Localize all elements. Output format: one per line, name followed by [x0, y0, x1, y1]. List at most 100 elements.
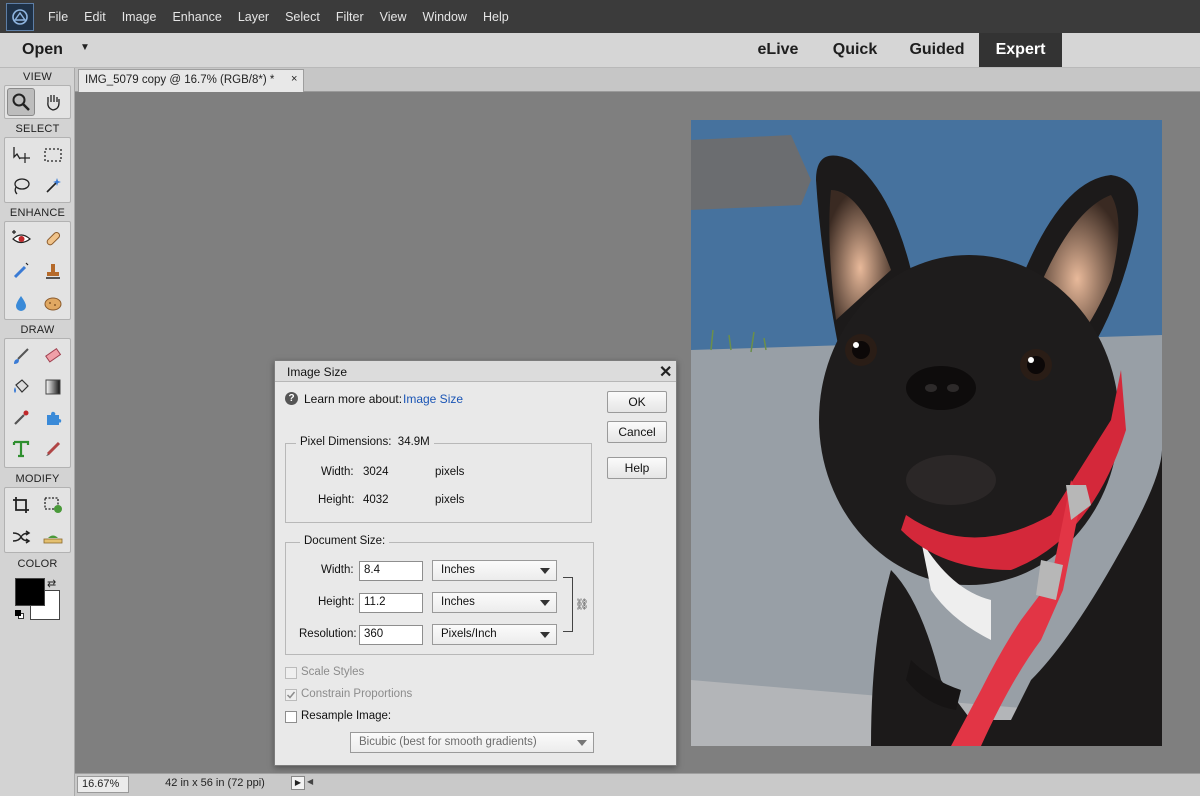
brush-tool[interactable]: [7, 342, 35, 370]
menu-select[interactable]: Select: [277, 10, 328, 24]
water-drop-icon: [16, 296, 26, 311]
chevron-down-icon: [540, 632, 550, 638]
ok-button[interactable]: OK: [607, 391, 667, 413]
pixel-height-value: 4032: [363, 494, 389, 506]
lasso-tool[interactable]: [7, 172, 35, 200]
scroll-left-icon[interactable]: ◀: [307, 777, 313, 786]
menu-edit[interactable]: Edit: [76, 10, 114, 24]
lasso-icon: [14, 178, 30, 195]
content-aware-move-tool[interactable]: [7, 523, 35, 551]
resolution-unit-select[interactable]: Pixels/Inch: [432, 624, 557, 645]
scale-styles-label: Scale Styles: [301, 666, 365, 678]
default-colors-icon[interactable]: [15, 610, 24, 619]
sponge-icon: [44, 297, 62, 311]
zoom-tool[interactable]: [7, 88, 35, 116]
tab-guided[interactable]: Guided: [896, 33, 978, 67]
hand-tool[interactable]: [39, 88, 67, 116]
section-modify: MODIFY: [15, 473, 60, 485]
menu-filter[interactable]: Filter: [328, 10, 372, 24]
eyedropper-tool[interactable]: [7, 404, 35, 432]
constrain-proportions-checkbox[interactable]: [285, 689, 297, 701]
crop-tool[interactable]: [7, 491, 35, 519]
constrain-bracket: [563, 577, 573, 632]
pixel-width-unit: pixels: [435, 466, 465, 478]
tab-expert[interactable]: Expert: [979, 33, 1062, 67]
doc-width-unit-select[interactable]: Inches: [432, 560, 557, 581]
dialog-titlebar[interactable]: Image Size ✕: [275, 361, 676, 382]
eraser-tool[interactable]: [39, 342, 67, 370]
menu-enhance[interactable]: Enhance: [164, 10, 229, 24]
section-select: SELECT: [15, 123, 60, 135]
menu-image[interactable]: Image: [114, 10, 165, 24]
foreground-color-swatch[interactable]: [15, 578, 45, 606]
doc-height-input[interactable]: 11.2: [359, 593, 423, 613]
status-menu-arrow-icon[interactable]: ▶: [291, 776, 305, 790]
spot-healing-brush-tool[interactable]: [39, 225, 67, 253]
dialog-close-icon[interactable]: ✕: [659, 362, 672, 382]
bandage-icon: [46, 231, 61, 246]
paint-bucket-icon: [14, 379, 29, 393]
resample-image-checkbox[interactable]: [285, 711, 297, 723]
menu-layer[interactable]: Layer: [230, 10, 277, 24]
gradient-tool[interactable]: [39, 373, 67, 401]
section-draw: DRAW: [20, 324, 55, 336]
paint-bucket-tool[interactable]: [7, 373, 35, 401]
menu-view[interactable]: View: [372, 10, 415, 24]
hand-icon: [47, 95, 60, 111]
pixel-height-unit: pixels: [435, 494, 465, 506]
cancel-button[interactable]: Cancel: [607, 421, 667, 443]
doc-width-label: Width:: [321, 564, 354, 576]
smart-brush-tool[interactable]: [7, 257, 35, 285]
rectangular-marquee-tool[interactable]: [39, 141, 67, 169]
red-eye-tool[interactable]: [7, 225, 35, 253]
section-view: VIEW: [23, 71, 52, 83]
open-dropdown-icon[interactable]: ▼: [80, 42, 90, 53]
straighten-icon: [43, 535, 63, 544]
blur-tool[interactable]: [7, 289, 35, 317]
zoom-level-field[interactable]: 16.67%: [77, 776, 129, 793]
doc-height-unit-select[interactable]: Inches: [432, 592, 557, 613]
menu-help[interactable]: Help: [475, 10, 517, 24]
learn-more-link[interactable]: Image Size: [403, 392, 463, 406]
open-button[interactable]: Open: [22, 41, 63, 59]
resample-method-select[interactable]: Bicubic (best for smooth gradients): [350, 732, 594, 753]
tab-elive[interactable]: eLive: [730, 33, 826, 67]
chevron-down-icon: [540, 568, 550, 574]
help-button[interactable]: Help: [607, 457, 667, 479]
menu-window[interactable]: Window: [415, 10, 475, 24]
swap-colors-icon[interactable]: ⇄: [47, 577, 56, 590]
status-bar: 16.67% 42 in x 56 in (72 ppi) ▶ ◀: [75, 773, 1200, 796]
document-tab-title: IMG_5079 copy @ 16.7% (RGB/8*) *: [85, 74, 275, 86]
resolution-input[interactable]: 360: [359, 625, 423, 645]
scale-styles-checkbox[interactable]: [285, 667, 297, 679]
custom-shape-tool[interactable]: [39, 404, 67, 432]
pixel-dimensions-group: [285, 443, 592, 523]
section-enhance: ENHANCE: [9, 207, 66, 219]
tab-quick[interactable]: Quick: [814, 33, 896, 67]
stamp-icon: [46, 264, 60, 279]
crop-icon: [13, 497, 29, 513]
document-size-label: Document Size:: [300, 535, 390, 547]
gradient-icon: [45, 379, 61, 395]
document-tab[interactable]: IMG_5079 copy @ 16.7% (RGB/8*) * ×: [78, 69, 304, 92]
eyedropper-icon: [14, 410, 29, 425]
pixel-width-label: Width:: [321, 466, 354, 478]
move-tool[interactable]: [7, 141, 35, 169]
doc-height-label: Height:: [318, 596, 355, 608]
pixel-width-value: 3024: [363, 466, 389, 478]
sponge-tool[interactable]: [39, 289, 67, 317]
type-tool[interactable]: [7, 435, 35, 463]
pencil-tool[interactable]: [39, 435, 67, 463]
clone-stamp-tool[interactable]: [39, 257, 67, 285]
french-bulldog-photo: [691, 120, 1162, 746]
close-icon[interactable]: ×: [291, 73, 297, 85]
straighten-tool[interactable]: [39, 523, 67, 551]
menu-file[interactable]: File: [40, 10, 76, 24]
pixel-height-label: Height:: [318, 494, 355, 506]
recompose-tool[interactable]: [39, 491, 67, 519]
resolution-label: Resolution:: [299, 628, 357, 640]
checkmark-icon: [286, 691, 296, 699]
enhance-tools: [4, 221, 71, 320]
quick-selection-tool[interactable]: [39, 172, 67, 200]
doc-width-input[interactable]: 8.4: [359, 561, 423, 581]
